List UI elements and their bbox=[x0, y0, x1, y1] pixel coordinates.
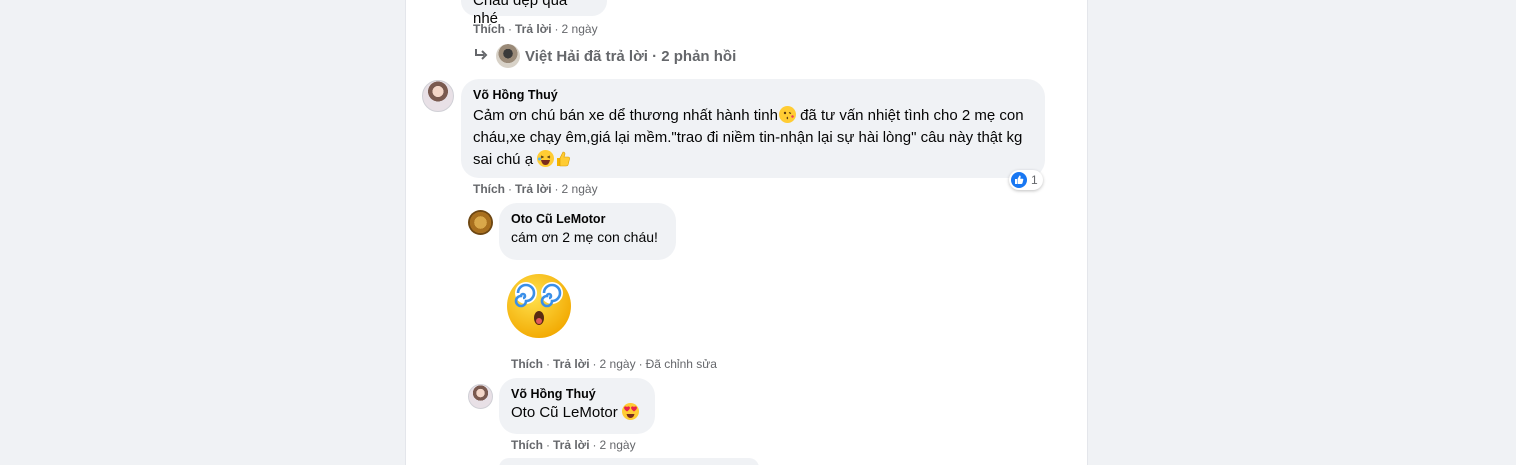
view-replies-text: Việt Hải đã trả lời · 2 phản hồi bbox=[525, 47, 737, 65]
comment-bubble: Cháu đẹp quá nhé bbox=[461, 0, 607, 27]
like-button[interactable]: Thích bbox=[473, 182, 505, 196]
reply-button[interactable]: Trả lời bbox=[515, 182, 552, 196]
thumbs-up-emoji-icon bbox=[554, 150, 571, 167]
comment-bubble: Oto Cũ LeMotor cám ơn 2 mẹ con cháu! bbox=[499, 203, 676, 260]
reply-button[interactable]: Trả lời bbox=[515, 22, 552, 36]
edited-label[interactable]: Đã chỉnh sửa bbox=[646, 357, 717, 371]
reaction-count: 1 bbox=[1031, 173, 1038, 187]
comment-time[interactable]: 2 ngày bbox=[600, 438, 636, 452]
mentioned-user[interactable]: Oto Cũ LeMotor bbox=[511, 404, 618, 421]
avatar[interactable] bbox=[422, 80, 454, 112]
comment-text: Cảm ơn chú bán xe dể thương nhất hành ti… bbox=[473, 106, 1024, 168]
kiss-emoji-icon bbox=[778, 106, 796, 123]
comment-author[interactable]: Võ Hồng Thuý bbox=[473, 87, 1033, 103]
like-button[interactable]: Thích bbox=[511, 438, 543, 452]
comment-feed: Cháu đẹp quá nhé Thích · Trả lời · 2 ngày Vi… bbox=[405, 0, 1088, 465]
comment-text: Oto Cũ LeMotor bbox=[511, 402, 643, 424]
reply-button[interactable]: Trả lời bbox=[553, 438, 590, 452]
comment-actions: Thích · Trả lời · 2 ngày bbox=[511, 438, 636, 452]
reply-button[interactable]: Trả lời bbox=[553, 357, 590, 371]
comment-actions: Thích · Trả lời · 2 ngày bbox=[473, 182, 598, 196]
comment-time[interactable]: 2 ngày bbox=[562, 182, 598, 196]
avatar[interactable] bbox=[468, 210, 493, 235]
laughing-emoji-icon bbox=[537, 150, 555, 167]
comment-bubble: Võ Hồng Thuý Oto Cũ LeMotor bbox=[499, 378, 655, 434]
comment-author[interactable]: Võ Hồng Thuý bbox=[511, 386, 643, 402]
view-replies-link[interactable]: Việt Hải đã trả lời · 2 phản hồi bbox=[474, 44, 736, 68]
comment-time[interactable]: 2 ngày bbox=[600, 357, 636, 371]
reply-arrow-icon bbox=[474, 48, 488, 65]
like-button[interactable]: Thích bbox=[473, 22, 505, 36]
avatar[interactable] bbox=[468, 384, 493, 409]
dizzy-face-sticker[interactable] bbox=[504, 268, 574, 340]
comment-time[interactable]: 2 ngày bbox=[562, 22, 598, 36]
comment-text: cám ơn 2 mẹ con cháu! bbox=[511, 229, 658, 245]
like-reaction-icon bbox=[1011, 172, 1027, 188]
heart-eyes-emoji-icon bbox=[621, 403, 639, 420]
reaction-badge[interactable]: 1 bbox=[1009, 170, 1043, 190]
comment-actions: Thích · Trả lời · 2 ngày · Đã chỉnh sửa bbox=[511, 357, 717, 371]
comment-author[interactable]: Oto Cũ LeMotor bbox=[511, 211, 664, 227]
like-button[interactable]: Thích bbox=[511, 357, 543, 371]
avatar[interactable] bbox=[496, 44, 520, 68]
comment-bubble: Võ Hồng Thuý Cảm ơn chú bán xe dể thương… bbox=[461, 79, 1045, 178]
comment-bubble bbox=[499, 458, 759, 465]
comment-actions: Thích · Trả lời · 2 ngày bbox=[473, 22, 598, 36]
